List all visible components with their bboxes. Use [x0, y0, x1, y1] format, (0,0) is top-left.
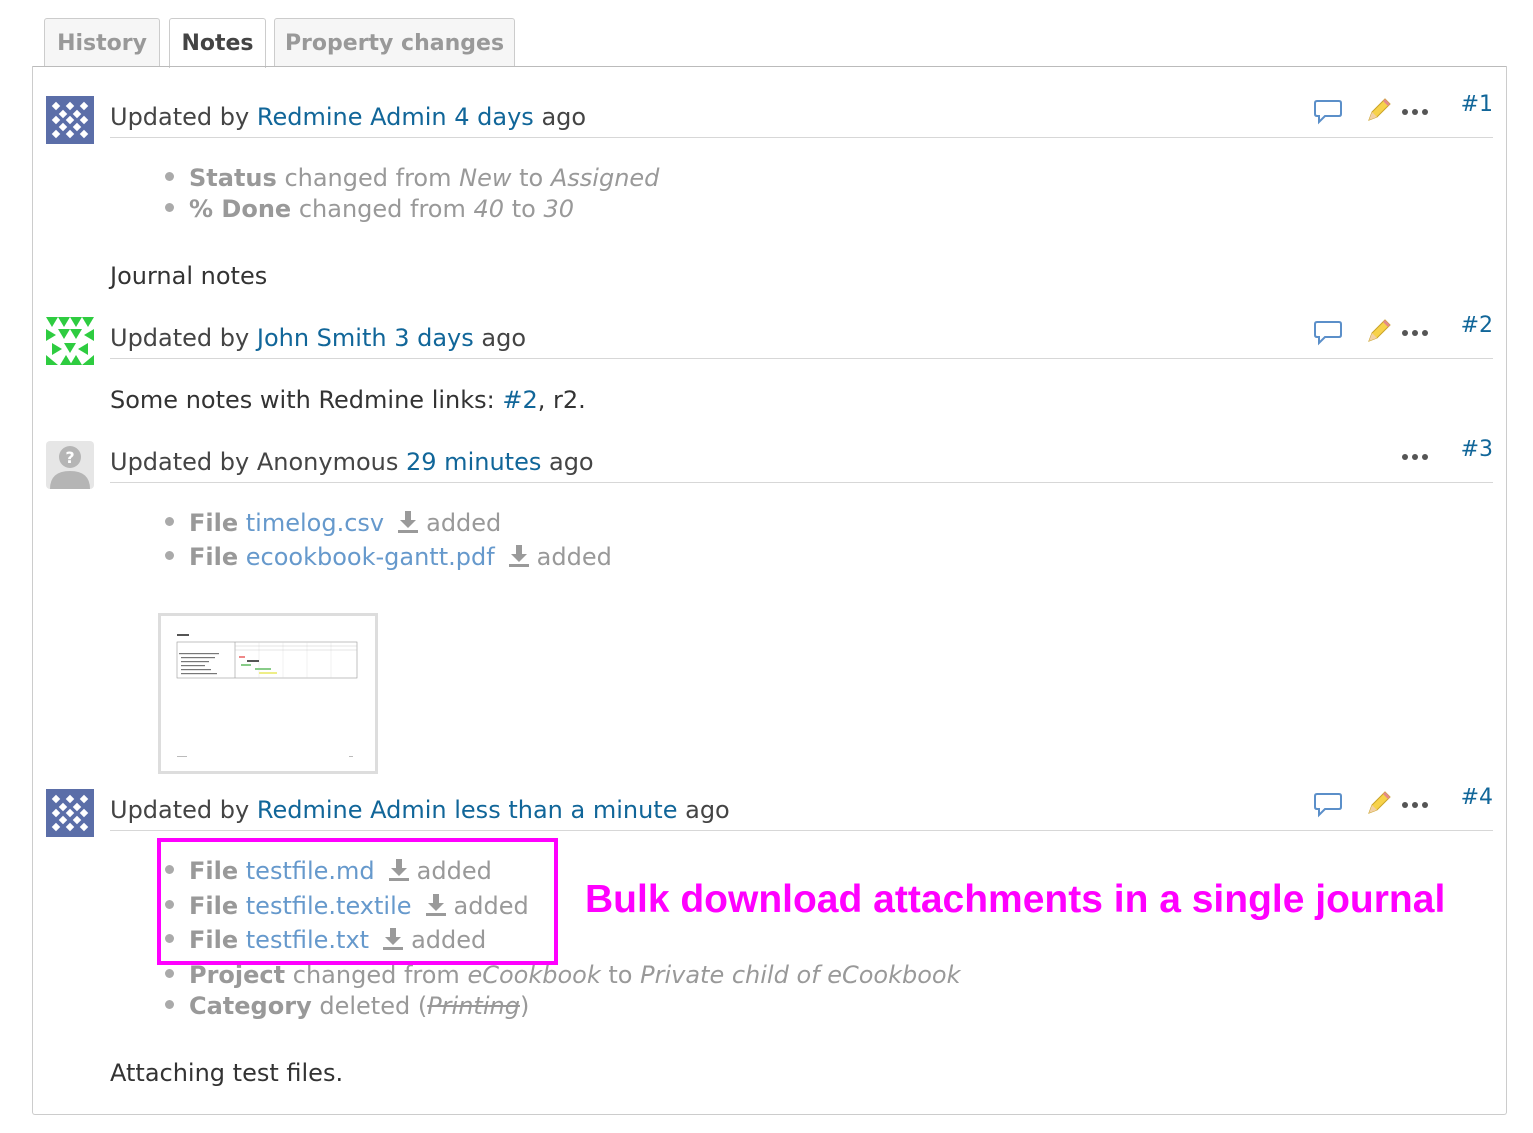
more-actions-icon[interactable] — [1401, 329, 1431, 337]
quote-icon[interactable] — [1313, 98, 1343, 126]
download-icon[interactable] — [507, 543, 531, 569]
author-link[interactable]: John Smith — [257, 324, 387, 352]
more-actions-icon[interactable] — [1401, 453, 1431, 461]
journal-number-link[interactable]: #4 — [1461, 785, 1493, 810]
file-link[interactable]: timelog.csv — [246, 509, 384, 537]
edit-pencil-icon[interactable] — [1363, 96, 1393, 126]
author-link[interactable]: Redmine Admin — [257, 796, 447, 824]
annotation-text: Bulk download attachments in a single jo… — [585, 878, 1446, 921]
tab-notes[interactable]: Notes — [169, 18, 266, 68]
notes-text: , r2. — [537, 386, 586, 414]
edit-pencil-icon[interactable] — [1363, 789, 1393, 819]
detail-item: Category deleted (Printing) — [165, 992, 529, 1024]
journal-number-link[interactable]: #1 — [1461, 92, 1493, 117]
tab-history-label: History — [57, 30, 147, 56]
journal-3-header: Updated by Anonymous 29 minutes ago #3 — [110, 437, 1493, 483]
ago-label: ago — [548, 448, 594, 476]
file-link[interactable]: ecookbook-gantt.pdf — [246, 543, 495, 571]
detail-item: Status changed from New to Assigned — [165, 164, 659, 196]
author-name: Anonymous — [256, 448, 399, 476]
more-actions-icon[interactable] — [1401, 108, 1431, 116]
ago-label: ago — [541, 103, 587, 131]
attachment-thumbnail[interactable] — [158, 613, 378, 774]
journal-4-notes: Attaching test files. — [110, 1059, 344, 1087]
ago-label: ago — [685, 796, 730, 824]
journal-4-header: Updated by Redmine Admin less than a min… — [110, 785, 1493, 831]
avatar-anonymous: ? — [46, 441, 94, 489]
detail-item: Project changed from eCookbook to Privat… — [165, 961, 961, 993]
journal-1-byline: Updated by Redmine Admin 4 days ago — [110, 103, 586, 131]
more-actions-icon[interactable] — [1401, 801, 1431, 809]
journal-number-link[interactable]: #2 — [1461, 313, 1493, 338]
updated-by-label: Updated by — [110, 448, 250, 476]
journal-2-header: Updated by John Smith 3 days ago #2 — [110, 313, 1493, 359]
time-link[interactable]: 29 minutes — [406, 448, 541, 476]
notes-text: Some notes with Redmine links: — [110, 386, 503, 414]
avatar-redmine-admin — [46, 789, 94, 837]
tab-property-changes-label: Property changes — [284, 30, 505, 56]
journal-number-link[interactable]: #3 — [1461, 437, 1493, 462]
highlight-box — [157, 838, 558, 965]
updated-by-label: Updated by — [110, 796, 250, 824]
quote-icon[interactable] — [1313, 319, 1343, 347]
tab-history[interactable]: History — [44, 18, 160, 67]
time-link[interactable]: less than a minute — [454, 796, 677, 824]
detail-item: % Done changed from 40 to 30 — [165, 195, 574, 227]
tab-notes-label: Notes — [181, 31, 254, 56]
journal-1-header: Updated by Redmine Admin 4 days ago #1 — [110, 92, 1493, 138]
journal-2-notes: Some notes with Redmine links: #2, r2. — [110, 386, 586, 414]
file-detail-item: File ecookbook-gantt.pdf added — [165, 543, 612, 575]
tab-property-changes[interactable]: Property changes — [274, 18, 515, 67]
file-detail-item: File timelog.csv added — [165, 509, 501, 541]
author-link[interactable]: Redmine Admin — [257, 103, 447, 131]
journal-3-byline: Updated by Anonymous 29 minutes ago — [110, 448, 594, 476]
updated-by-label: Updated by — [110, 324, 250, 352]
journal-4-byline: Updated by Redmine Admin less than a min… — [110, 796, 730, 824]
avatar-redmine-admin — [46, 96, 94, 144]
time-link[interactable]: 4 days — [454, 103, 534, 131]
svg-text:?: ? — [65, 448, 74, 467]
journal-1-notes: Journal notes — [110, 262, 268, 290]
avatar-john-smith — [46, 317, 94, 365]
time-link[interactable]: 3 days — [394, 324, 474, 352]
pdf-preview-image — [176, 634, 358, 757]
download-icon[interactable] — [396, 509, 420, 535]
quote-icon[interactable] — [1313, 791, 1343, 819]
updated-by-label: Updated by — [110, 103, 250, 131]
journal-2-byline: Updated by John Smith 3 days ago — [110, 324, 526, 352]
edit-pencil-icon[interactable] — [1363, 317, 1393, 347]
ago-label: ago — [481, 324, 527, 352]
issue-link[interactable]: #2 — [502, 386, 537, 414]
